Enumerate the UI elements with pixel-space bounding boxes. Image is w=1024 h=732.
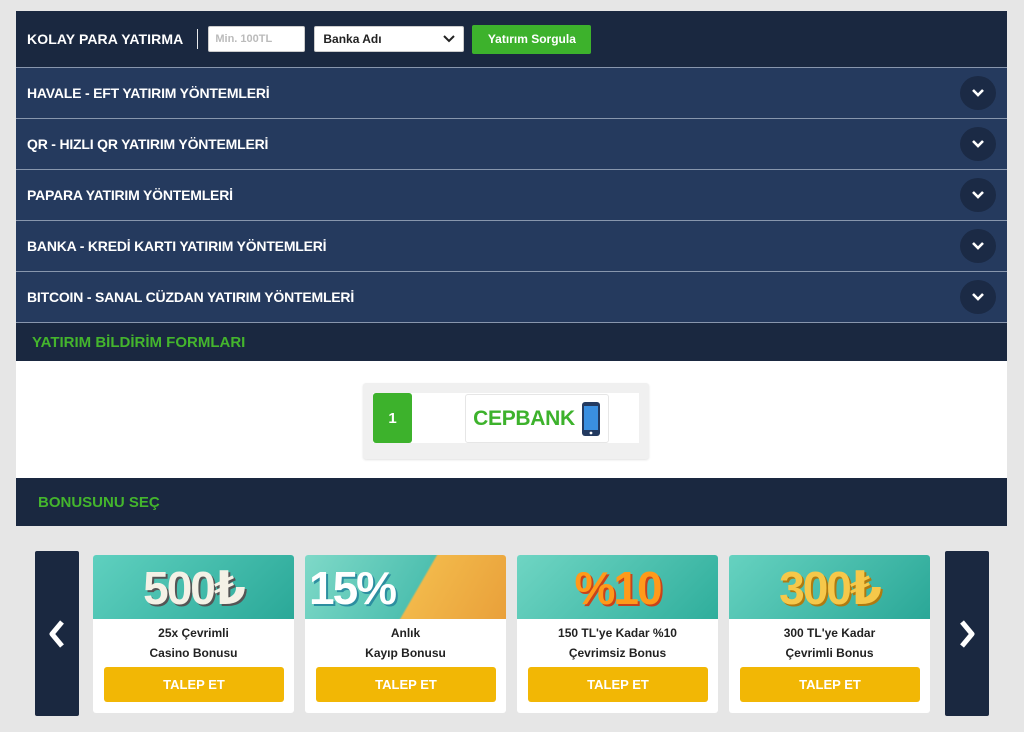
bonus-line-1: 150 TL'ye Kadar %10	[558, 626, 677, 640]
method-qr[interactable]: QR - HIZLI QR YATIRIM YÖNTEMLERİ	[16, 118, 1007, 169]
amount-input[interactable]	[208, 26, 306, 52]
claim-bonus-button[interactable]: TALEP ET	[316, 667, 496, 702]
carousel-next-button[interactable]	[945, 551, 989, 716]
query-deposit-button[interactable]: Yatırım Sorgula	[472, 24, 592, 54]
chevron-down-icon[interactable]	[960, 280, 996, 314]
claim-bonus-button[interactable]: TALEP ET	[740, 667, 920, 702]
method-bitcoin[interactable]: BITCOIN - SANAL CÜZDAN YATIRIM YÖNTEMLER…	[16, 271, 1007, 322]
claim-bonus-button[interactable]: TALEP ET	[528, 667, 708, 702]
bonus-banner-image: 300₺	[729, 555, 930, 619]
cepbank-logo[interactable]: CEPBANK	[465, 394, 609, 443]
bonus-card: 500₺ 25x Çevrimli Casino Bonusu TALEP ET	[93, 555, 294, 713]
bonus-line-2: Çevrimsiz Bonus	[568, 646, 667, 660]
bonus-line-1: 25x Çevrimli	[158, 626, 229, 640]
bonus-card: %10 150 TL'ye Kadar %10 Çevrimsiz Bonus …	[517, 555, 718, 713]
chevron-down-icon[interactable]	[960, 127, 996, 161]
method-bank-card[interactable]: BANKA - KREDİ KARTI YATIRIM YÖNTEMLERİ	[16, 220, 1007, 271]
bonus-title: BONUSUNU SEÇ	[38, 493, 160, 511]
bonus-banner-image: 15%	[305, 555, 506, 619]
method-papara[interactable]: PAPARA YATIRIM YÖNTEMLERİ	[16, 169, 1007, 220]
bonus-card: 15% Anlık Kayıp Bonusu TALEP ET	[305, 555, 506, 713]
bonus-line-2: Çevrimli Bonus	[785, 646, 874, 660]
bonus-card: 300₺ 300 TL'ye Kadar Çevrimli Bonus TALE…	[729, 555, 930, 713]
bonus-header: BONUSUNU SEÇ	[16, 478, 1007, 526]
chevron-down-icon	[443, 35, 456, 43]
carousel-prev-button[interactable]	[35, 551, 79, 716]
bonus-line-1: 300 TL'ye Kadar	[783, 626, 876, 640]
bonus-banner-image: 500₺	[93, 555, 294, 619]
chevron-down-icon[interactable]	[960, 76, 996, 110]
method-label: BITCOIN - SANAL CÜZDAN YATIRIM YÖNTEMLER…	[27, 289, 355, 305]
chevron-down-icon[interactable]	[960, 178, 996, 212]
claim-bonus-button[interactable]: TALEP ET	[104, 667, 284, 702]
deposit-title: KOLAY PARA YATIRMA	[27, 31, 184, 47]
banner-text: 500₺	[143, 562, 246, 614]
deposit-panel: KOLAY PARA YATIRMA Banka Adı Yatırım Sor…	[16, 11, 1007, 526]
bank-select[interactable]: Banka Adı	[314, 26, 465, 52]
chevron-down-icon[interactable]	[960, 229, 996, 263]
method-label: BANKA - KREDİ KARTI YATIRIM YÖNTEMLERİ	[27, 238, 327, 254]
bonus-banner-image: %10	[517, 555, 718, 619]
bonus-line-2: Casino Bonusu	[149, 646, 238, 660]
banner-text: %10	[574, 562, 662, 614]
method-label: QR - HIZLI QR YATIRIM YÖNTEMLERİ	[27, 136, 269, 152]
chevron-right-icon	[960, 619, 975, 648]
cepbank-form-card[interactable]: 1 CEPBANK	[363, 383, 649, 459]
forms-header: YATIRIM BİLDİRİM FORMLARI	[16, 322, 1007, 361]
cepbank-brand: CEPBANK	[473, 406, 575, 430]
deposit-toolbar: KOLAY PARA YATIRMA Banka Adı Yatırım Sor…	[16, 11, 1007, 67]
banner-text: 300₺	[779, 562, 882, 614]
method-havale-eft[interactable]: HAVALE - EFT YATIRIM YÖNTEMLERİ	[16, 67, 1007, 118]
method-label: HAVALE - EFT YATIRIM YÖNTEMLERİ	[27, 85, 270, 101]
divider	[197, 29, 199, 49]
banner-text: 15%	[309, 562, 397, 614]
forms-body: 1 CEPBANK	[16, 361, 1007, 478]
method-label: PAPARA YATIRIM YÖNTEMLERİ	[27, 187, 233, 203]
cepbank-card-inner: 1 CEPBANK	[373, 393, 639, 443]
form-number: 1	[373, 393, 412, 443]
forms-title: YATIRIM BİLDİRİM FORMLARI	[32, 333, 246, 351]
chevron-left-icon	[49, 619, 64, 648]
bonus-line-2: Kayıp Bonusu	[365, 646, 446, 660]
bonus-line-1: Anlık	[390, 626, 421, 640]
mobile-phone-icon	[581, 401, 600, 436]
bank-select-value: Banka Adı	[323, 32, 382, 46]
